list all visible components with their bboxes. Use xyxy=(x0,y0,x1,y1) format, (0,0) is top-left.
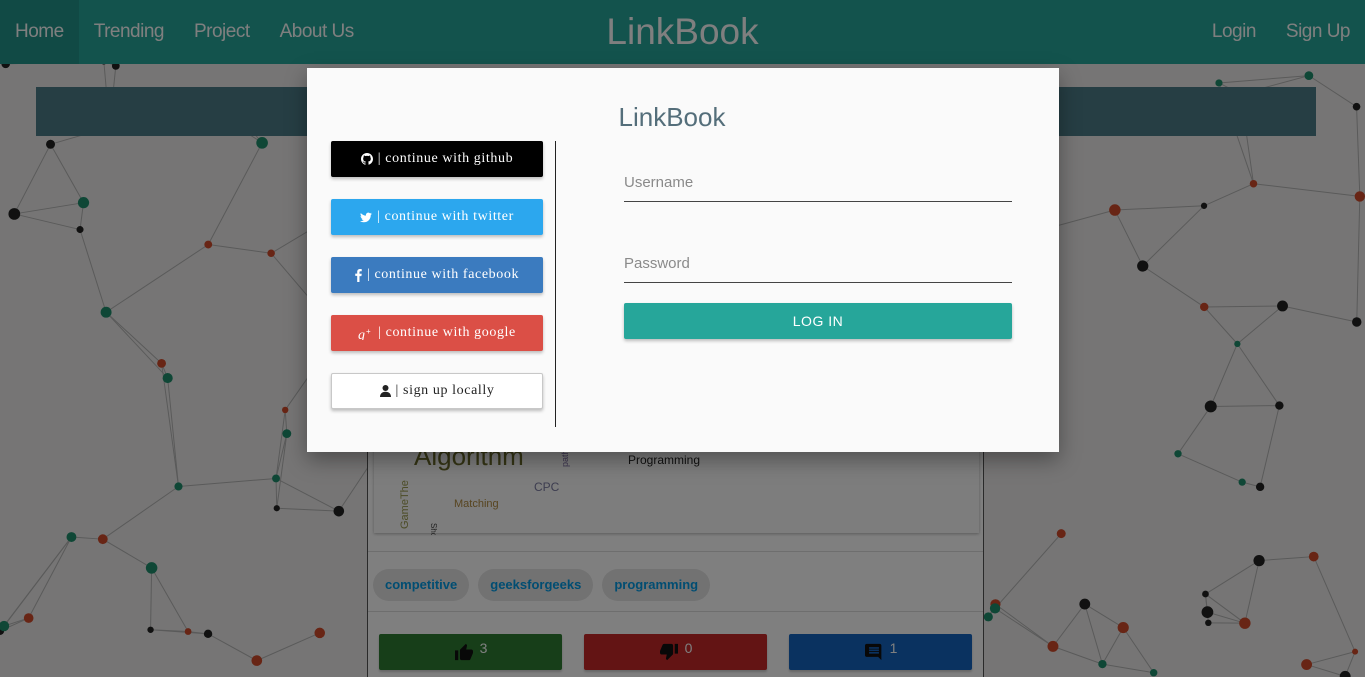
local-signup-button[interactable]: | sign up locally xyxy=(331,373,543,409)
social-login-column: | continue with github | continue with t… xyxy=(331,141,543,431)
user-icon xyxy=(379,385,391,397)
username-input[interactable] xyxy=(624,163,1012,201)
github-icon xyxy=(360,153,373,165)
login-modal: LinkBook | continue with github | contin… xyxy=(307,68,1059,452)
facebook-icon xyxy=(355,268,362,282)
password-field-wrapper xyxy=(624,244,1012,283)
google-login-button[interactable]: g + | continue with google xyxy=(331,315,543,351)
google-plus-icon: g + xyxy=(358,327,371,340)
svg-text:g: g xyxy=(358,328,366,340)
twitter-icon xyxy=(360,212,373,222)
password-input[interactable] xyxy=(624,244,1012,282)
twitter-login-label: | continue with twitter xyxy=(377,209,514,224)
svg-text:+: + xyxy=(366,327,371,336)
facebook-login-label: | continue with facebook xyxy=(366,267,520,282)
facebook-login-button[interactable]: | continue with facebook xyxy=(331,257,543,293)
twitter-login-button[interactable]: | continue with twitter xyxy=(331,199,543,235)
google-login-label: | continue with google xyxy=(378,325,516,340)
local-signup-label: | sign up locally xyxy=(395,383,495,398)
login-form: LOG IN xyxy=(624,163,1012,339)
login-button[interactable]: LOG IN xyxy=(624,303,1012,339)
username-field-wrapper xyxy=(624,163,1012,202)
modal-vertical-divider xyxy=(555,141,556,427)
modal-title: LinkBook xyxy=(618,102,726,132)
github-login-label: | continue with github xyxy=(377,151,514,166)
github-login-button[interactable]: | continue with github xyxy=(331,141,543,177)
